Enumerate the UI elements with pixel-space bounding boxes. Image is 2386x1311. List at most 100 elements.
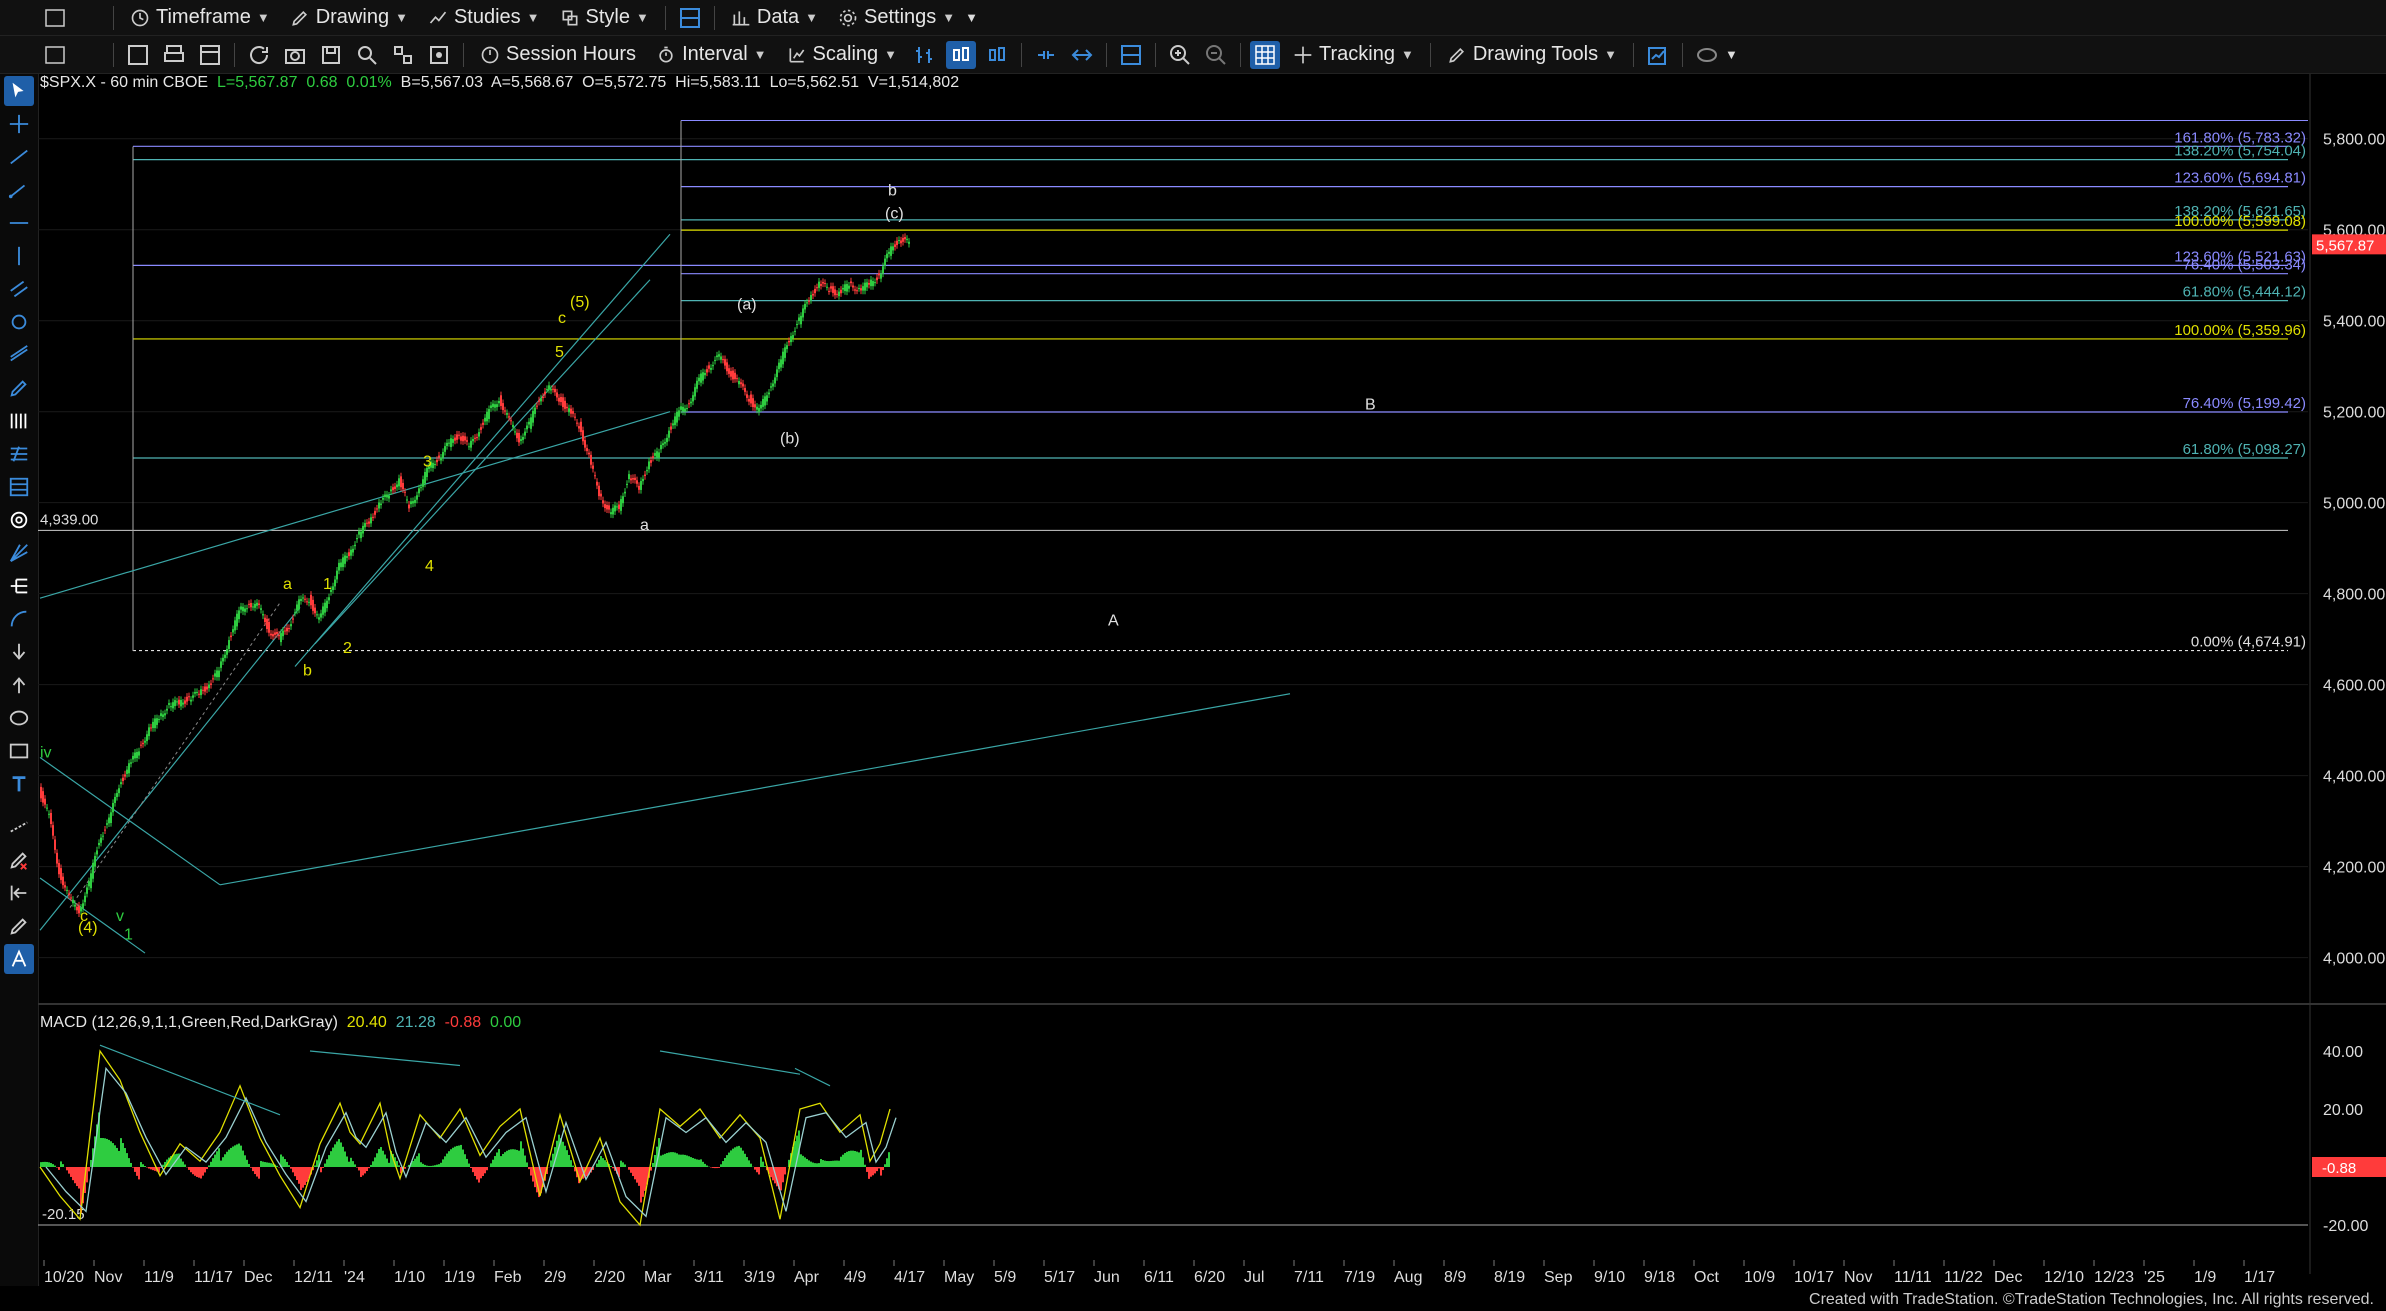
refresh-icon[interactable] <box>244 41 274 69</box>
window-split-icon[interactable] <box>1116 41 1146 69</box>
price-chart[interactable]: 5,800.005,600.005,400.005,200.005,000.00… <box>38 74 2386 1286</box>
candle-body <box>566 406 568 409</box>
candle-body <box>512 424 514 428</box>
candle-body <box>68 893 70 896</box>
ray-icon[interactable] <box>4 175 34 205</box>
gann-icon[interactable] <box>4 505 34 535</box>
fib-extension-icon[interactable] <box>4 439 34 469</box>
macd-histogram-bar <box>508 1149 510 1167</box>
window-icon[interactable] <box>40 4 70 32</box>
grid-icon[interactable] <box>388 41 418 69</box>
text-icon[interactable] <box>4 769 34 799</box>
save-icon[interactable] <box>316 41 346 69</box>
andrews-pitchfork-icon[interactable] <box>4 571 34 601</box>
overflow-caret-icon[interactable]: ▼ <box>1725 47 1738 62</box>
tracking-menu[interactable]: Tracking ▼ <box>1283 36 1424 73</box>
crosshair-icon[interactable] <box>4 109 34 139</box>
overflow-caret-icon[interactable]: ▼ <box>965 10 978 25</box>
compress-icon[interactable] <box>1031 41 1061 69</box>
macd-histogram-bar <box>472 1167 474 1173</box>
trendline-icon[interactable] <box>4 142 34 172</box>
zoom-out-icon[interactable] <box>1201 41 1231 69</box>
cycle-icon[interactable] <box>4 307 34 337</box>
vertical-line-icon[interactable] <box>4 241 34 271</box>
window-icon[interactable] <box>40 41 70 69</box>
macd-histogram-bar <box>870 1167 872 1177</box>
macd-histogram-bar <box>880 1167 882 1176</box>
candle-body <box>154 718 156 729</box>
hollow-candle-icon[interactable] <box>982 41 1012 69</box>
pin-icon[interactable] <box>424 41 454 69</box>
chart-area[interactable]: $SPX.X - 60 min CBOE L=5,567.87 0.68 0.0… <box>38 74 2386 1286</box>
arc-icon[interactable] <box>4 604 34 634</box>
fib-retracement-icon[interactable] <box>4 406 34 436</box>
bar-type-icon[interactable] <box>910 41 940 69</box>
expand-icon[interactable] <box>1067 41 1097 69</box>
macd-histogram-bar <box>506 1150 508 1167</box>
rectangle-icon[interactable] <box>4 736 34 766</box>
line-style-icon[interactable] <box>4 812 34 842</box>
candle-body <box>422 479 424 487</box>
down-arrow-icon[interactable] <box>4 637 34 667</box>
new-chart-icon[interactable] <box>123 41 153 69</box>
macd-histogram-bar <box>874 1167 876 1174</box>
ellipse-icon[interactable] <box>4 703 34 733</box>
print-icon[interactable] <box>159 41 189 69</box>
layout-icon[interactable] <box>675 4 705 32</box>
timeframe-menu[interactable]: Timeframe ▼ <box>120 0 280 35</box>
go-to-start-icon[interactable] <box>4 878 34 908</box>
speed-lines-icon[interactable] <box>4 538 34 568</box>
candle-body <box>352 548 354 553</box>
link-icon[interactable] <box>1692 41 1722 69</box>
studies-menu[interactable]: Studies ▼ <box>418 0 550 35</box>
macd-histogram-bar <box>380 1147 382 1167</box>
delete-drawing-icon[interactable] <box>4 845 34 875</box>
candle-body <box>854 289 856 291</box>
fib-fan-icon[interactable] <box>4 472 34 502</box>
insert-chart-icon[interactable] <box>1643 41 1673 69</box>
candle-body <box>576 422 578 424</box>
macd-histogram-bar <box>714 1167 716 1169</box>
camera-icon[interactable] <box>280 41 310 69</box>
up-arrow-icon[interactable] <box>4 670 34 700</box>
data-menu[interactable]: Data ▼ <box>721 0 828 35</box>
candle-body <box>476 437 478 439</box>
macd-histogram-bar <box>330 1151 332 1167</box>
gear-icon <box>839 9 857 26</box>
style-menu[interactable]: Style ▼ <box>550 0 659 35</box>
interval-menu[interactable]: Interval ▼ <box>646 36 776 73</box>
macd-histogram-bar <box>354 1164 356 1167</box>
table-icon[interactable] <box>195 41 225 69</box>
drawing-tools-menu[interactable]: Drawing Tools ▼ <box>1437 36 1627 73</box>
macd-histogram-bar <box>852 1150 854 1167</box>
candle-body <box>284 630 286 632</box>
candlestick-icon[interactable] <box>946 40 977 69</box>
pointer-icon[interactable] <box>4 75 34 106</box>
candle-body <box>704 372 706 376</box>
candle-body <box>610 512 612 515</box>
grid-toggle-icon[interactable] <box>1250 40 1281 69</box>
candle-body <box>240 606 242 610</box>
session-hours-menu[interactable]: Session Hours <box>470 36 646 73</box>
macd-histogram-bar <box>106 1138 108 1167</box>
horizontal-line-icon[interactable] <box>4 208 34 238</box>
candle-body <box>774 377 776 384</box>
channel-icon[interactable] <box>4 274 34 304</box>
scaling-menu[interactable]: Scaling ▼ <box>777 36 907 73</box>
regression-icon[interactable] <box>4 340 34 370</box>
settings-menu[interactable]: Settings ▼ <box>828 0 965 35</box>
drawing-menu[interactable]: Drawing ▼ <box>280 0 418 35</box>
candle-body <box>124 774 126 777</box>
zoom-in-icon[interactable] <box>1165 41 1195 69</box>
candle-body <box>720 356 722 360</box>
candle-body <box>686 408 688 410</box>
pen-tool-icon[interactable] <box>4 373 34 403</box>
candle-body <box>822 282 824 284</box>
edit-drawing-icon[interactable] <box>4 911 34 941</box>
date-tick-label: 2/20 <box>594 1269 625 1286</box>
text-annotation-icon[interactable] <box>4 944 34 974</box>
macd-histogram-bar <box>838 1160 840 1167</box>
macd-histogram-bar <box>364 1167 366 1174</box>
search-icon[interactable] <box>352 41 382 69</box>
macd-histogram-bar <box>524 1155 526 1167</box>
